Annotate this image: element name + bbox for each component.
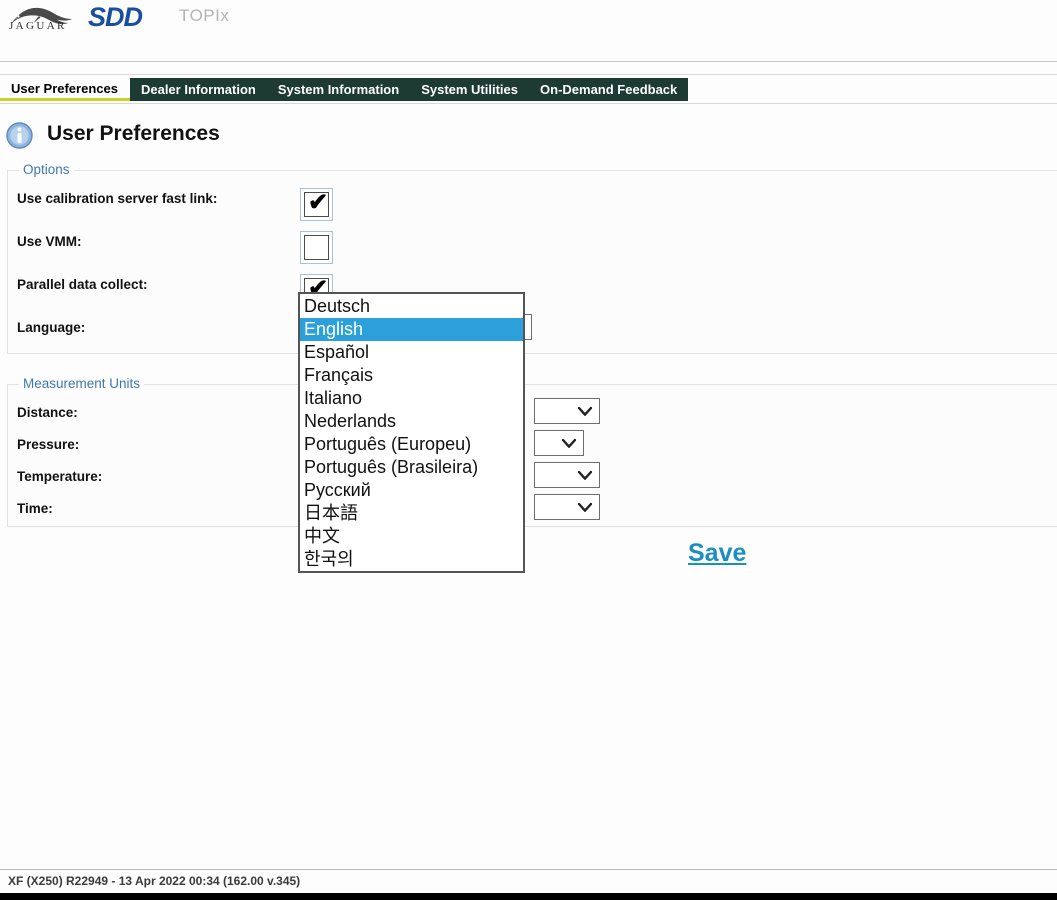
language-option[interactable]: English xyxy=(300,318,523,341)
checkbox-box: ✔ xyxy=(304,189,329,217)
distance-select[interactable] xyxy=(534,398,600,424)
language-option[interactable]: Português (Europeu) xyxy=(300,433,523,456)
label-use-vmm: Use VMM: xyxy=(17,233,82,249)
user-preferences-page: JAGUAR SDD TOPIx User Preferences Dealer … xyxy=(0,0,1057,900)
measurement-units-legend: Measurement Units xyxy=(19,376,145,391)
footer-divider xyxy=(0,869,1057,870)
language-dropdown-list[interactable]: Deutsch English Español Français Italiano Ned… xyxy=(298,292,525,573)
language-option[interactable]: Italiano xyxy=(300,387,523,410)
checkbox-box xyxy=(304,235,329,260)
sdd-logo: SDD xyxy=(88,2,143,32)
label-parallel-data-collect: Parallel data collect: xyxy=(17,276,148,292)
checkbox-use-calibration-server-fast-link[interactable]: ✔ xyxy=(300,188,333,221)
language-option[interactable]: Русский xyxy=(300,479,523,502)
label-distance: Distance: xyxy=(17,404,78,420)
chevron-down-icon xyxy=(578,502,592,512)
chevron-down-icon xyxy=(578,470,592,480)
language-option[interactable]: Español xyxy=(300,341,523,364)
info-circle-icon xyxy=(6,122,33,149)
tab-on-demand-feedback[interactable]: On-Demand Feedback xyxy=(529,78,689,101)
tab-dealer-information[interactable]: Dealer Information xyxy=(129,78,267,101)
measurement-units-fieldset: Measurement Units Distance: Pressure: Te… xyxy=(7,376,1057,527)
tab-system-information[interactable]: System Information xyxy=(266,78,411,101)
language-option[interactable]: Français xyxy=(300,364,523,387)
language-option[interactable]: 한국의 xyxy=(300,548,523,571)
checkbox-use-vmm[interactable] xyxy=(300,231,333,264)
page-title: User Preferences xyxy=(47,122,220,145)
label-temperature: Temperature: xyxy=(17,468,103,484)
label-pressure: Pressure: xyxy=(17,436,80,452)
field-row-use-vmm: Use VMM: xyxy=(17,231,82,251)
label-use-calibration-server-fast-link: Use calibration server fast link: xyxy=(17,190,218,206)
language-option[interactable]: 中文 xyxy=(300,525,523,548)
field-row-calibration-fast-link: Use calibration server fast link: xyxy=(17,188,217,208)
status-bar-text: XF (X250) R22949 - 13 Apr 2022 00:34 (16… xyxy=(8,874,301,888)
language-option[interactable]: Português (Brasileira) xyxy=(300,456,523,479)
topix-logo: TOPIx xyxy=(179,6,230,25)
tab-bar-underline xyxy=(0,103,1057,104)
options-fieldset: Options Use calibration server fast link… xyxy=(7,162,1057,354)
chevron-down-icon xyxy=(562,438,576,448)
field-row-parallel-data-collect: Parallel data collect: xyxy=(17,274,148,294)
label-language: Language: xyxy=(17,319,86,335)
language-option[interactable]: Nederlands xyxy=(300,410,523,433)
label-time: Time: xyxy=(17,500,53,516)
page-title-row: User Preferences xyxy=(0,118,1057,154)
header-divider-top xyxy=(0,61,1057,62)
temperature-select[interactable] xyxy=(534,462,600,488)
options-legend: Options xyxy=(19,162,74,177)
main-tab-bar: User Preferences Dealer Information System… xyxy=(0,78,689,101)
language-option[interactable]: Deutsch xyxy=(300,295,523,318)
check-icon: ✔ xyxy=(308,189,329,216)
field-row-distance: Distance: xyxy=(17,402,78,422)
field-row-language: Language: xyxy=(17,317,85,337)
tab-user-preferences[interactable]: User Preferences xyxy=(0,78,130,101)
jaguar-wordmark: JAGUAR xyxy=(9,20,67,32)
tab-system-utilities[interactable]: System Utilities xyxy=(410,78,530,101)
time-select[interactable] xyxy=(534,494,600,520)
pressure-select[interactable] xyxy=(534,430,584,456)
field-row-temperature: Temperature: xyxy=(17,466,102,486)
header-divider-bottom xyxy=(0,74,1057,75)
field-row-time: Time: xyxy=(17,498,53,518)
footer-black-bar xyxy=(0,893,1057,900)
language-option[interactable]: 日本語 xyxy=(300,502,523,525)
brand-header: JAGUAR SDD TOPIx xyxy=(0,0,1057,63)
save-link[interactable]: Save xyxy=(688,539,746,568)
field-row-pressure: Pressure: xyxy=(17,434,79,454)
chevron-down-icon xyxy=(578,406,592,416)
